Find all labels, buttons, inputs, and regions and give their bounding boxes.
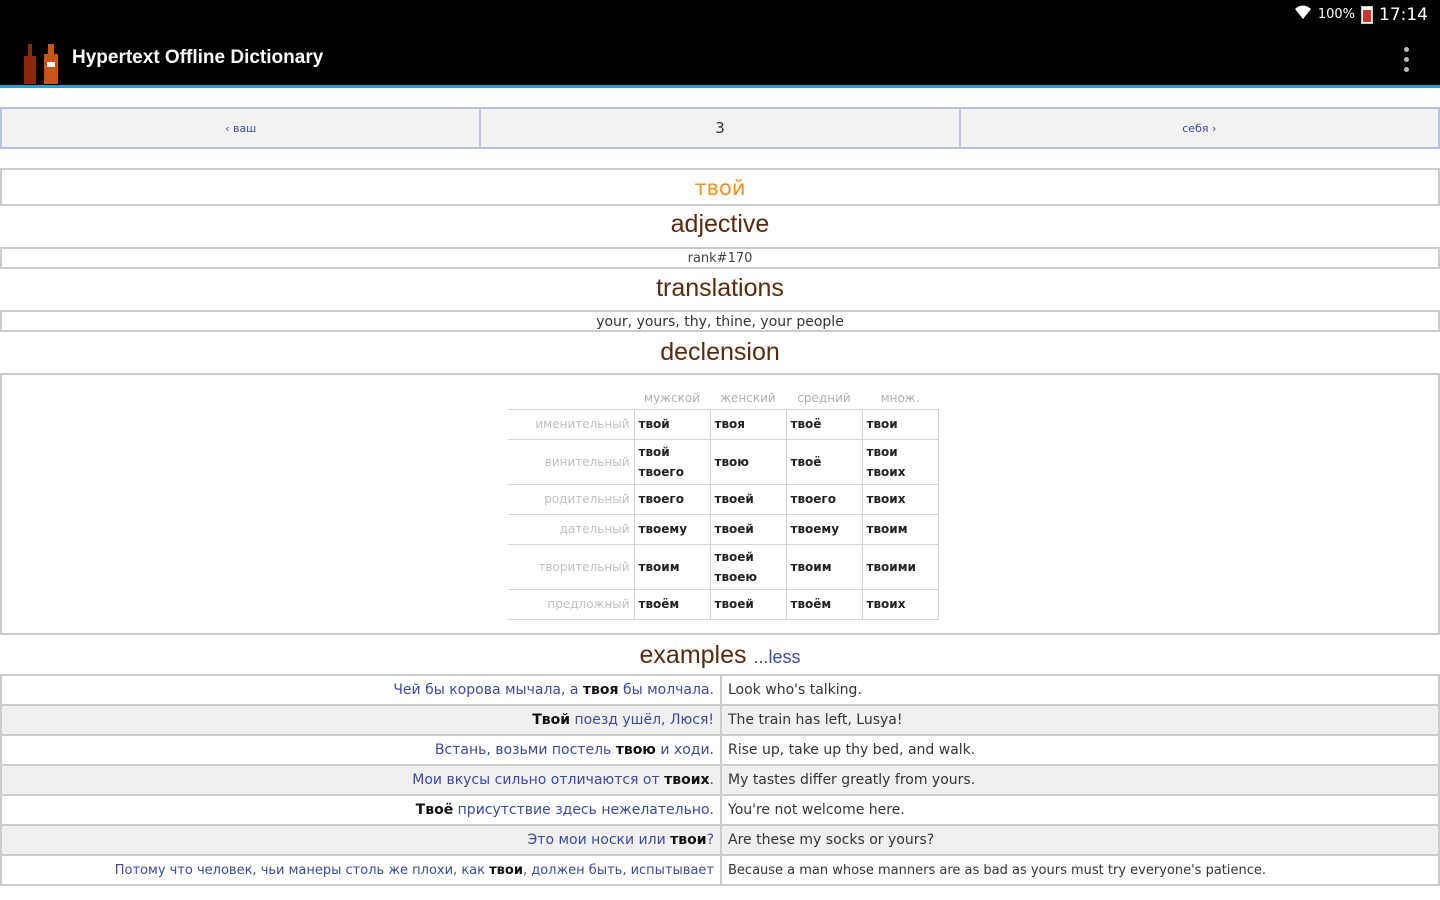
form-cell[interactable]: твой [633, 408, 711, 440]
example-russian[interactable]: Мои вкусы сильно отличаются от твоих. [0, 764, 722, 796]
form-cell[interactable]: твоим [861, 513, 939, 545]
example-row: Это мои носки или твои? Are these my soc… [0, 824, 1440, 856]
declension-row: предложный твоём твоей твоём твоих [508, 588, 939, 620]
case-label: предложный [508, 588, 635, 620]
example-english: Because a man whose manners are as bad a… [720, 854, 1440, 886]
examples-title: examples [639, 641, 747, 669]
example-row: Мои вкусы сильно отличаются от твоих. My… [0, 764, 1440, 796]
app-title: Hypertext Offline Dictionary [72, 47, 324, 68]
form-cell[interactable]: твоего [633, 483, 711, 515]
page-number: 3 [479, 107, 961, 149]
form-cell[interactable]: твоё [785, 408, 863, 440]
declension-panel: мужской женский средний множ. именительн… [0, 373, 1440, 635]
wifi-icon [1294, 4, 1312, 25]
example-row: Твой поезд ушёл, Люся! The train has lef… [0, 704, 1440, 736]
declension-row: творительный твоим твоей твоею твоим тво… [508, 543, 939, 590]
form-cell[interactable]: твоей [709, 588, 787, 620]
example-russian[interactable]: Потому что человек, чьи манеры столь же … [0, 854, 722, 886]
form-cell[interactable]: твоё [785, 438, 863, 485]
form-cell[interactable]: твоего [785, 483, 863, 515]
examples-heading: examples ...less [0, 641, 1440, 670]
next-word-button[interactable]: себя › [958, 107, 1440, 149]
example-english: Rise up, take up thy bed, and walk. [720, 734, 1440, 766]
form-cell[interactable]: твой твоего [633, 438, 711, 485]
col-header: мужской [644, 390, 700, 405]
form-cell[interactable]: твоя [709, 408, 787, 440]
form-cell[interactable]: твои [861, 408, 939, 440]
case-label: родительный [508, 483, 635, 515]
translations-text: your, yours, thy, thine, your people [0, 310, 1440, 332]
form-cell[interactable]: твоему [785, 513, 863, 545]
example-english: You're not welcome here. [720, 794, 1440, 826]
form-cell[interactable]: твоих [861, 588, 939, 620]
declension-row: дательный твоему твоей твоему твоим [508, 513, 939, 545]
status-bar: 100% 17:14 [0, 0, 1440, 30]
headword: твой [0, 168, 1440, 206]
form-cell[interactable]: твоей [709, 513, 787, 545]
app-logo-icon [20, 34, 64, 86]
col-header: средний [797, 390, 851, 405]
clock: 17:14 [1379, 4, 1428, 25]
declension-row: именительный твой твоя твоё твои [508, 408, 939, 440]
example-russian[interactable]: Твой поезд ушёл, Люся! [0, 704, 722, 736]
examples-table: Чей бы корова мычала, а твоя бы молчала.… [0, 674, 1440, 886]
example-russian[interactable]: Твоё присутствие здесь нежелательно. [0, 794, 722, 826]
form-cell[interactable]: твоими [861, 543, 939, 590]
col-header: женский [720, 390, 776, 405]
translations-heading: translations [656, 274, 784, 302]
examples-less-link[interactable]: ...less [753, 647, 800, 667]
app-bar: Hypertext Offline Dictionary [0, 30, 1440, 88]
declension-table: мужской женский средний множ. именительн… [508, 387, 939, 620]
example-row: Потому что человек, чьи манеры столь же … [0, 854, 1440, 886]
form-cell[interactable]: твоём [633, 588, 711, 620]
example-english: Are these my socks or yours? [720, 824, 1440, 856]
example-english: Look who's talking. [720, 674, 1440, 706]
battery-icon [1361, 5, 1373, 24]
form-cell[interactable]: твоей [709, 483, 787, 515]
declension-heading: declension [660, 338, 780, 366]
part-of-speech: adjective [670, 210, 770, 238]
example-row: Чей бы корова мычала, а твоя бы молчала.… [0, 674, 1440, 706]
form-cell[interactable]: твоих [861, 483, 939, 515]
example-russian[interactable]: Это мои носки или твои? [0, 824, 722, 856]
example-english: My tastes differ greatly from yours. [720, 764, 1440, 796]
example-row: Встань, возьми постель твою и ходи. Rise… [0, 734, 1440, 766]
form-cell[interactable]: твоему [633, 513, 711, 545]
case-label: винительный [508, 438, 635, 485]
example-russian[interactable]: Чей бы корова мычала, а твоя бы молчала. [0, 674, 722, 706]
case-label: творительный [508, 543, 635, 590]
form-cell[interactable]: твоём [785, 588, 863, 620]
example-row: Твоё присутствие здесь нежелательно. You… [0, 794, 1440, 826]
example-english: The train has left, Lusya! [720, 704, 1440, 736]
declension-row: винительный твой твоего твою твоё твои т… [508, 438, 939, 485]
declension-row: родительный твоего твоей твоего твоих [508, 483, 939, 515]
form-cell[interactable]: твоим [633, 543, 711, 590]
overflow-menu-icon[interactable] [1396, 44, 1416, 74]
form-cell[interactable]: твоим [785, 543, 863, 590]
col-header: множ. [880, 390, 920, 405]
word-navigation: ‹ ваш 3 себя › [0, 107, 1440, 149]
rank-label: rank#170 [0, 247, 1440, 269]
prev-word-button[interactable]: ‹ ваш [0, 107, 482, 149]
battery-percent: 100% [1317, 7, 1355, 22]
case-label: именительный [508, 408, 635, 440]
form-cell[interactable]: твоей твоею [709, 543, 787, 590]
example-russian[interactable]: Встань, возьми постель твою и ходи. [0, 734, 722, 766]
form-cell[interactable]: твои твоих [861, 438, 939, 485]
case-label: дательный [508, 513, 635, 545]
form-cell[interactable]: твою [709, 438, 787, 485]
